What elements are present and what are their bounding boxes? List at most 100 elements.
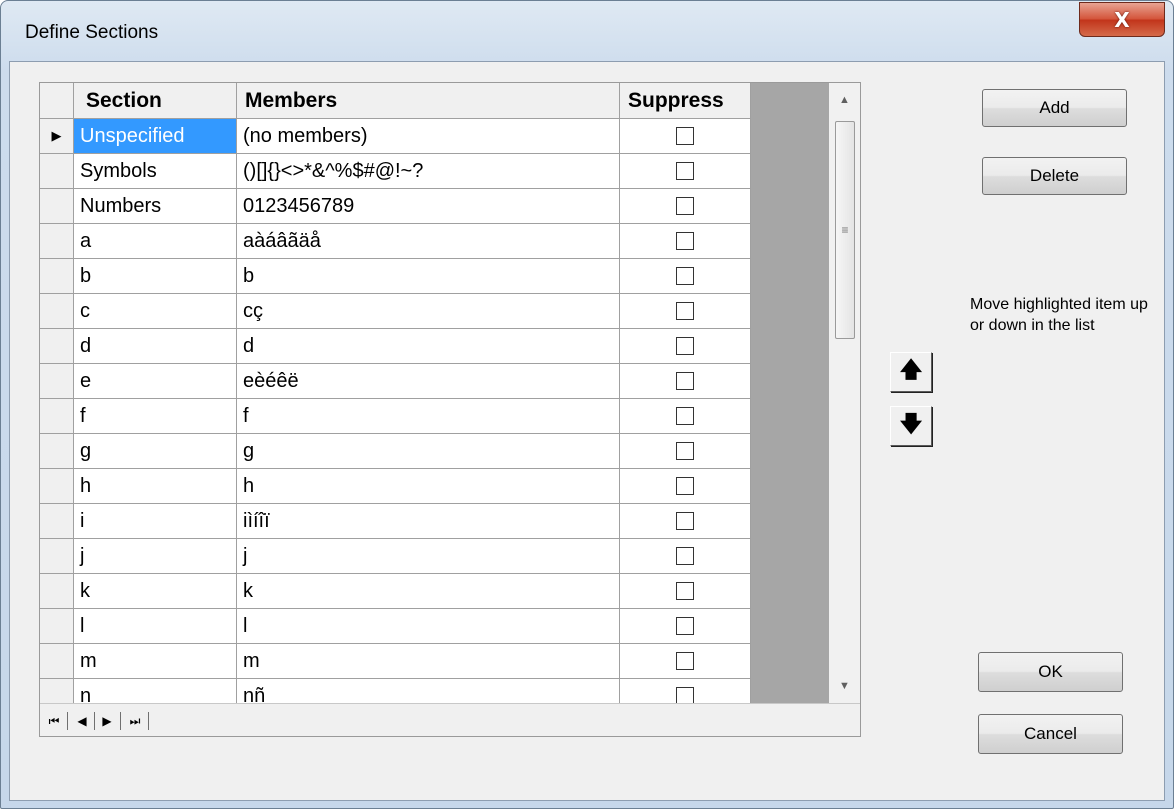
row-selector[interactable] xyxy=(40,154,74,189)
suppress-checkbox[interactable] xyxy=(676,162,694,180)
suppress-checkbox[interactable] xyxy=(676,232,694,250)
table-row[interactable]: c cç xyxy=(40,294,860,329)
row-selector[interactable] xyxy=(40,469,74,504)
table-row[interactable]: ▶ Unspecified (no members) xyxy=(40,119,860,154)
section-cell[interactable]: a xyxy=(74,224,237,259)
row-selector[interactable]: ▶ xyxy=(40,119,74,154)
section-cell[interactable]: b xyxy=(74,259,237,294)
section-cell[interactable]: m xyxy=(74,644,237,679)
suppress-checkbox[interactable] xyxy=(676,267,694,285)
table-row[interactable]: hh xyxy=(40,469,860,504)
suppress-checkbox[interactable] xyxy=(676,372,694,390)
column-header-suppress[interactable]: Suppress xyxy=(620,83,751,119)
table-row[interactable]: kk xyxy=(40,574,860,609)
next-record-icon[interactable]: ▶ xyxy=(99,713,115,729)
section-cell[interactable]: h xyxy=(74,469,237,504)
table-row[interactable]: e eèéêë xyxy=(40,364,860,399)
members-cell[interactable]: l xyxy=(237,609,620,644)
previous-record-icon[interactable]: ◀ xyxy=(74,713,90,729)
row-selector[interactable] xyxy=(40,189,74,224)
table-row[interactable]: dd xyxy=(40,329,860,364)
table-row[interactable]: gg xyxy=(40,434,860,469)
vertical-scrollbar[interactable]: ▲ ≡ ▼ xyxy=(829,83,860,703)
suppress-checkbox[interactable] xyxy=(676,407,694,425)
members-cell[interactable]: iìíîï xyxy=(237,504,620,539)
suppress-checkbox[interactable] xyxy=(676,512,694,530)
members-cell[interactable]: k xyxy=(237,574,620,609)
suppress-checkbox[interactable] xyxy=(676,302,694,320)
row-selector[interactable] xyxy=(40,259,74,294)
table-row[interactable]: jj xyxy=(40,539,860,574)
section-cell[interactable]: e xyxy=(74,364,237,399)
row-selector[interactable] xyxy=(40,329,74,364)
table-row[interactable]: i iìíîï xyxy=(40,504,860,539)
suppress-checkbox[interactable] xyxy=(676,617,694,635)
add-button[interactable]: Add xyxy=(982,89,1127,127)
section-cell[interactable]: g xyxy=(74,434,237,469)
move-up-button[interactable]: 🡅 xyxy=(890,352,932,392)
column-header-members[interactable]: Members xyxy=(237,83,620,119)
suppress-checkbox[interactable] xyxy=(676,582,694,600)
suppress-checkbox[interactable] xyxy=(676,127,694,145)
members-cell[interactable]: h xyxy=(237,469,620,504)
table-row[interactable]: ll xyxy=(40,609,860,644)
last-record-icon[interactable]: ⏭ xyxy=(127,713,143,729)
row-selector[interactable] xyxy=(40,224,74,259)
first-record-icon[interactable]: ⏮ xyxy=(46,713,62,729)
members-cell[interactable]: 0123456789 xyxy=(237,189,620,224)
members-cell[interactable]: (no members) xyxy=(237,119,620,154)
suppress-cell xyxy=(620,259,751,294)
members-cell[interactable]: ()[]{}<>*&^%$#@!~? xyxy=(237,154,620,189)
members-cell[interactable]: f xyxy=(237,399,620,434)
members-cell[interactable]: eèéêë xyxy=(237,364,620,399)
suppress-checkbox[interactable] xyxy=(676,652,694,670)
suppress-checkbox[interactable] xyxy=(676,197,694,215)
cancel-button[interactable]: Cancel xyxy=(978,714,1123,754)
table-row[interactable]: a aàáâãäå xyxy=(40,224,860,259)
suppress-checkbox[interactable] xyxy=(676,337,694,355)
scroll-thumb[interactable]: ≡ xyxy=(835,121,855,339)
row-selector[interactable] xyxy=(40,504,74,539)
table-row[interactable]: Numbers 0123456789 xyxy=(40,189,860,224)
suppress-cell xyxy=(620,294,751,329)
section-cell[interactable]: d xyxy=(74,329,237,364)
row-selector[interactable] xyxy=(40,294,74,329)
row-selector[interactable] xyxy=(40,434,74,469)
delete-button[interactable]: Delete xyxy=(982,157,1127,195)
section-cell[interactable]: j xyxy=(74,539,237,574)
section-cell[interactable]: i xyxy=(74,504,237,539)
section-cell[interactable]: f xyxy=(74,399,237,434)
close-button[interactable]: X xyxy=(1079,2,1165,37)
row-selector[interactable] xyxy=(40,539,74,574)
members-cell[interactable]: aàáâãäå xyxy=(237,224,620,259)
section-cell[interactable]: Numbers xyxy=(74,189,237,224)
table-row[interactable]: Symbols ()[]{}<>*&^%$#@!~? xyxy=(40,154,860,189)
move-down-button[interactable]: 🡇 xyxy=(890,406,932,446)
section-cell[interactable]: Symbols xyxy=(74,154,237,189)
section-cell[interactable]: c xyxy=(74,294,237,329)
section-cell[interactable]: k xyxy=(74,574,237,609)
ok-button[interactable]: OK xyxy=(978,652,1123,692)
section-cell[interactable]: l xyxy=(74,609,237,644)
row-selector[interactable] xyxy=(40,364,74,399)
members-cell[interactable]: m xyxy=(237,644,620,679)
members-cell[interactable]: cç xyxy=(237,294,620,329)
scroll-up-arrow-icon[interactable]: ▲ xyxy=(829,83,860,117)
suppress-checkbox[interactable] xyxy=(676,547,694,565)
row-selector[interactable] xyxy=(40,399,74,434)
scroll-down-arrow-icon[interactable]: ▼ xyxy=(829,669,860,703)
members-cell[interactable]: j xyxy=(237,539,620,574)
suppress-checkbox[interactable] xyxy=(676,442,694,460)
row-selector[interactable] xyxy=(40,574,74,609)
table-row[interactable]: ff xyxy=(40,399,860,434)
row-selector[interactable] xyxy=(40,609,74,644)
row-selector[interactable] xyxy=(40,644,74,679)
section-cell[interactable]: Unspecified xyxy=(74,119,237,154)
table-row[interactable]: bb xyxy=(40,259,860,294)
members-cell[interactable]: g xyxy=(237,434,620,469)
members-cell[interactable]: b xyxy=(237,259,620,294)
table-row[interactable]: mm xyxy=(40,644,860,679)
suppress-checkbox[interactable] xyxy=(676,477,694,495)
members-cell[interactable]: d xyxy=(237,329,620,364)
column-header-section[interactable]: Section xyxy=(74,83,237,119)
